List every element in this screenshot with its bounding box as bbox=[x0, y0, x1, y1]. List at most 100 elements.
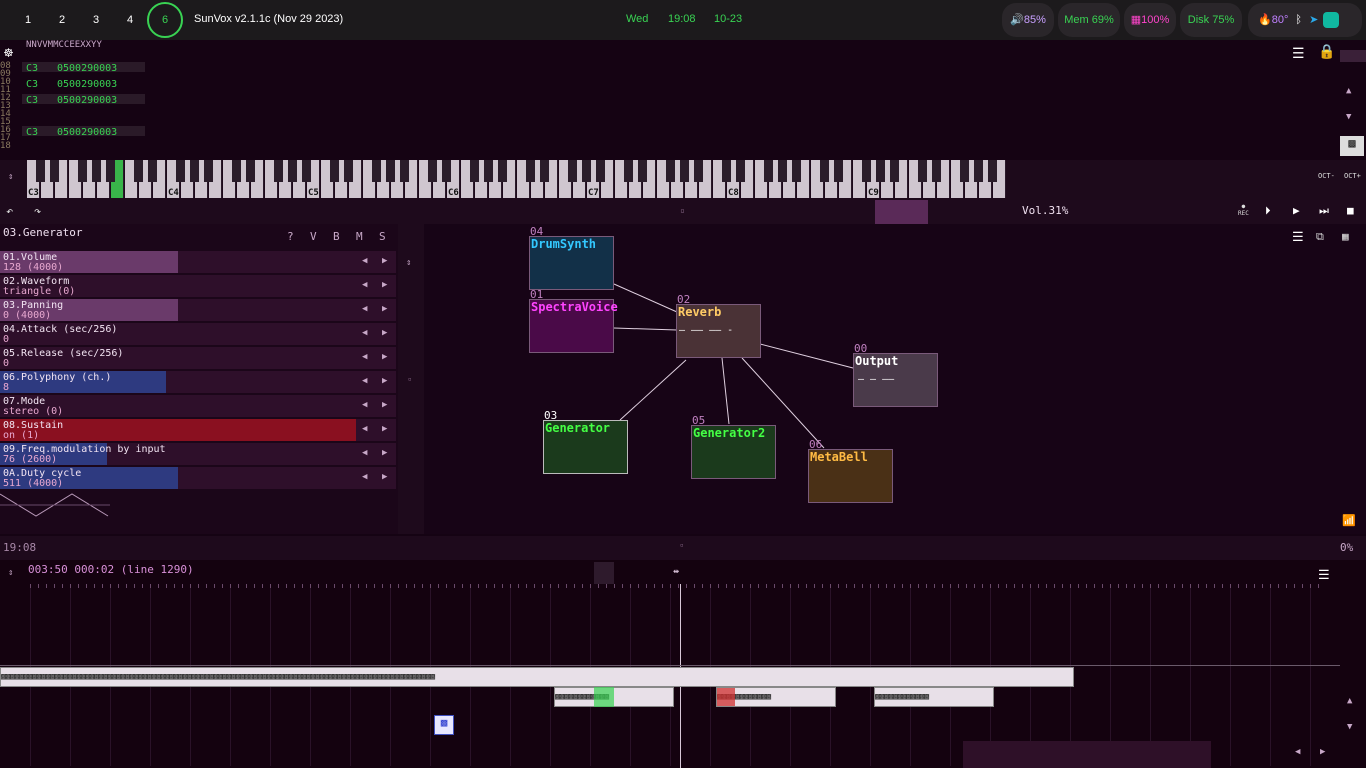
decrease-icon[interactable]: ◀ bbox=[362, 448, 367, 458]
stop-icon[interactable]: ■ bbox=[1347, 204, 1354, 217]
piano-black-key[interactable] bbox=[624, 160, 633, 182]
decrease-icon[interactable]: ◀ bbox=[362, 280, 367, 290]
increase-icon[interactable]: ▶ bbox=[382, 328, 387, 338]
piano-black-key[interactable] bbox=[932, 160, 941, 182]
bluetooth-icon[interactable]: ᛒ bbox=[1295, 14, 1302, 26]
piano-black-key[interactable] bbox=[372, 160, 381, 182]
note-cell[interactable]: C3 bbox=[26, 79, 38, 90]
controller-row[interactable]: 03.Panning 0 (4000) ◀ ▶ bbox=[0, 299, 396, 321]
level-meters-icon[interactable]: 📶 bbox=[1342, 514, 1356, 527]
pattern-red-marker[interactable] bbox=[717, 688, 735, 706]
increase-icon[interactable]: ▶ bbox=[382, 352, 387, 362]
selected-pattern[interactable] bbox=[594, 687, 614, 707]
note-cell[interactable]: C3 bbox=[26, 127, 38, 138]
splitter-handle[interactable]: ▫ bbox=[680, 542, 684, 549]
piano-black-key[interactable] bbox=[820, 160, 829, 182]
scroll-left-icon[interactable]: ◀ bbox=[1295, 747, 1300, 757]
pattern-block-blue[interactable]: ▩ bbox=[434, 715, 454, 735]
piano-black-key[interactable] bbox=[666, 160, 675, 182]
piano-black-key[interactable] bbox=[722, 160, 731, 182]
scroll-thumb[interactable] bbox=[1340, 50, 1366, 62]
modules-menu-icon[interactable]: ☰ bbox=[1292, 230, 1304, 245]
piano-black-key[interactable] bbox=[400, 160, 409, 182]
piano-black-key[interactable] bbox=[498, 160, 507, 182]
pattern-rows[interactable]: 08 09 10 11 12 13 14 15 16 17 18 C3 0500290003 C3 … bbox=[0, 62, 145, 158]
loop-marker[interactable] bbox=[594, 562, 614, 584]
piano-black-key[interactable] bbox=[344, 160, 353, 182]
controller-row[interactable]: 09.Freq.modulation by input 76 (2600) ◀ ▶ bbox=[0, 443, 396, 465]
mute-button[interactable]: M bbox=[356, 230, 363, 243]
piano-black-key[interactable] bbox=[582, 160, 591, 182]
piano-black-key[interactable] bbox=[568, 160, 577, 182]
piano-black-key[interactable] bbox=[386, 160, 395, 182]
piano-black-key[interactable] bbox=[974, 160, 983, 182]
piano-scroll-icon[interactable]: ⇕ bbox=[8, 172, 13, 182]
play-icon[interactable]: ▶ bbox=[1293, 204, 1300, 217]
panel-splitter[interactable]: ⇕ ▫ bbox=[398, 224, 424, 534]
pattern-track-1[interactable]: ▩▩▩▩▩▩▩▩▩▩▩▩▩▩▩▩▩▩▩▩▩▩▩▩▩▩▩▩▩▩▩▩▩▩▩▩▩▩▩▩… bbox=[0, 667, 1074, 687]
octave-down-button[interactable]: OCT- bbox=[1318, 172, 1335, 180]
workspace-1[interactable]: 1 bbox=[16, 8, 40, 32]
piano-black-key[interactable] bbox=[50, 160, 59, 182]
data-cell[interactable]: 0500290003 bbox=[57, 79, 117, 90]
module-generator-selected[interactable]: 03 Generator bbox=[543, 409, 628, 474]
decrease-icon[interactable]: ◀ bbox=[362, 304, 367, 314]
piano-black-key[interactable] bbox=[302, 160, 311, 182]
play-from-start-icon[interactable]: ⏵ bbox=[1265, 204, 1271, 218]
volume-readout[interactable]: Vol.31% bbox=[1022, 204, 1068, 217]
piano-black-key[interactable] bbox=[792, 160, 801, 182]
workspace-3[interactable]: 3 bbox=[84, 8, 108, 32]
module-spectravoice[interactable]: 01 SpectraVoice bbox=[529, 288, 618, 353]
piano-black-key[interactable] bbox=[638, 160, 647, 182]
timeline-scroll-icon[interactable]: ⇕ bbox=[8, 568, 13, 578]
piano-black-key[interactable] bbox=[78, 160, 87, 182]
pattern-editor[interactable]: ☸ NNVVMMCCEEXXYY 08 09 10 11 12 13 14 15 16 17 18 … bbox=[0, 40, 1366, 160]
controller-row[interactable]: 04.Attack (sec/256) 0 ◀ ▶ bbox=[0, 323, 396, 345]
bypass-button[interactable]: B bbox=[333, 230, 340, 243]
controller-row[interactable]: 08.Sustain on (1) ◀ ▶ bbox=[0, 419, 396, 441]
piano-black-key[interactable] bbox=[232, 160, 241, 182]
piano-black-key[interactable] bbox=[134, 160, 143, 182]
decrease-icon[interactable]: ◀ bbox=[362, 352, 367, 362]
piano-black-key[interactable] bbox=[680, 160, 689, 182]
sunvox-menu-icon[interactable]: ☸ bbox=[4, 44, 22, 62]
telegram-icon[interactable]: ➤ bbox=[1309, 14, 1318, 26]
piano-black-key[interactable] bbox=[92, 160, 101, 182]
piano-black-key[interactable] bbox=[960, 160, 969, 182]
piano-black-key[interactable] bbox=[778, 160, 787, 182]
data-cell[interactable]: 0500290003 bbox=[57, 95, 117, 106]
module-drumsynth[interactable]: 04 DrumSynth bbox=[529, 225, 614, 290]
controller-row[interactable]: 06.Polyphony (ch.) 8 ◀ ▶ bbox=[0, 371, 396, 393]
piano-black-key[interactable] bbox=[876, 160, 885, 182]
controller-row[interactable]: 02.Waveform triangle (0) ◀ ▶ bbox=[0, 275, 396, 297]
scroll-down-icon[interactable]: ▼ bbox=[1347, 722, 1352, 732]
module-grid-icon[interactable]: ▦ bbox=[1342, 230, 1349, 243]
undo-icon[interactable]: ↶ bbox=[6, 204, 13, 218]
piano-black-key[interactable] bbox=[484, 160, 493, 182]
piano-black-key[interactable] bbox=[694, 160, 703, 182]
module-layout-icon[interactable]: ⧉ bbox=[1316, 230, 1324, 244]
pattern-thumbnail-icon[interactable]: ▩ bbox=[1340, 136, 1364, 156]
piano-black-key[interactable] bbox=[190, 160, 199, 182]
note-cell[interactable]: C3 bbox=[26, 95, 38, 106]
timeline-menu-icon[interactable]: ☰ bbox=[1318, 568, 1330, 583]
playhead-marker-icon[interactable]: ⇹ bbox=[673, 566, 679, 577]
app-tray-icon[interactable] bbox=[1323, 12, 1340, 29]
increase-icon[interactable]: ▶ bbox=[382, 256, 387, 266]
piano-black-key[interactable] bbox=[764, 160, 773, 182]
record-button[interactable]: ● REC bbox=[1238, 203, 1249, 217]
increase-icon[interactable]: ▶ bbox=[382, 448, 387, 458]
splitter-handle[interactable]: ▫ bbox=[680, 206, 685, 215]
module-generator2[interactable]: 05 Generator2 bbox=[691, 414, 776, 479]
module-reverb[interactable]: 02 Reverb — —— —— - bbox=[676, 293, 761, 358]
lock-icon[interactable]: 🔒 bbox=[1318, 44, 1335, 60]
module-output[interactable]: 00 Output — — —— bbox=[853, 342, 938, 407]
scroll-up-icon[interactable]: ▲ bbox=[1347, 696, 1352, 706]
note-cell[interactable]: C3 bbox=[26, 63, 38, 74]
increase-icon[interactable]: ▶ bbox=[382, 304, 387, 314]
solo-button[interactable]: S bbox=[379, 230, 386, 243]
decrease-icon[interactable]: ◀ bbox=[362, 328, 367, 338]
piano-black-key[interactable] bbox=[862, 160, 871, 182]
splitter-handle[interactable]: ▫ bbox=[408, 376, 412, 383]
octave-up-button[interactable]: OCT+ bbox=[1344, 172, 1361, 180]
